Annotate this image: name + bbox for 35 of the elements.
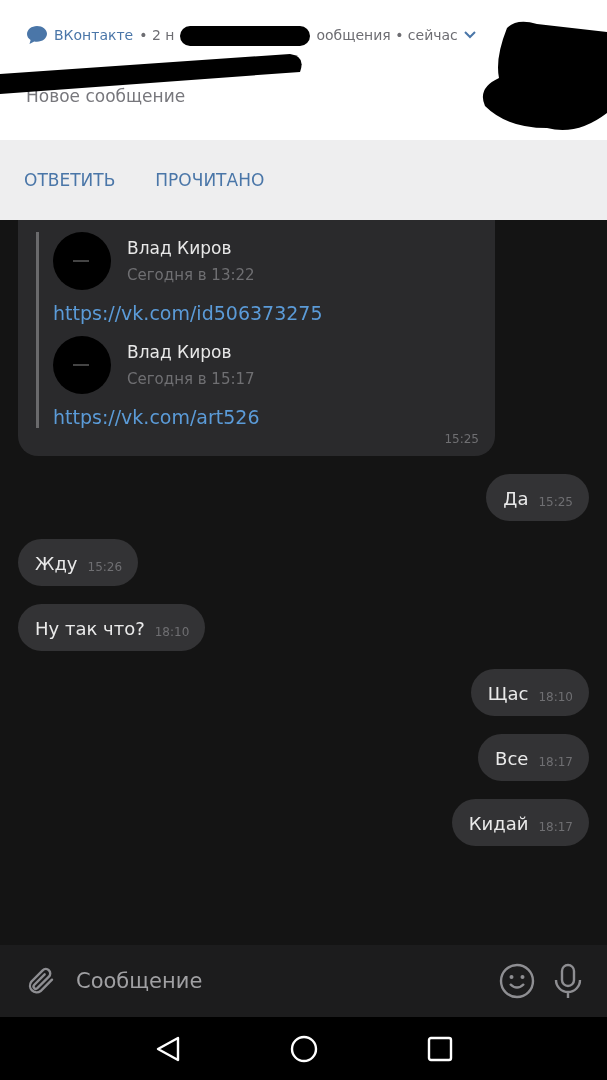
notification-text: Новое сообщение (26, 86, 187, 106)
recents-icon[interactable] (426, 1035, 453, 1062)
message-time: 15:26 (87, 560, 123, 574)
message-time: 15:25 (538, 495, 573, 509)
message-time: 15:25 (444, 432, 479, 446)
link[interactable]: https://vk.com/art526 (53, 406, 479, 428)
avatar (53, 336, 111, 394)
message-time: 18:17 (538, 820, 573, 834)
action-button[interactable]: ОТВЕТИТЬ (24, 170, 116, 190)
message-time: 18:17 (538, 755, 573, 769)
message-text: Жду (35, 553, 78, 574)
message-text: Ну так что? (35, 618, 145, 639)
message-text: Все (495, 748, 529, 769)
message-date: Сегодня в 13:22 (127, 266, 255, 284)
chevron-icon[interactable] (463, 31, 476, 39)
speech-bubble-icon (26, 25, 48, 45)
notification-meta: • 2 н (139, 27, 175, 43)
author-name: Влад Киров (127, 342, 233, 362)
microphone-icon[interactable] (553, 963, 583, 999)
message-text: Щас (487, 683, 529, 704)
smiley-icon[interactable] (499, 963, 535, 999)
avatar (53, 232, 111, 290)
action-button[interactable]: ПРОЧИТАНО (155, 170, 265, 190)
message-date: Сегодня в 15:17 (127, 370, 255, 388)
message-time: 18:10 (154, 625, 190, 639)
author-name: Влад Киров (127, 238, 233, 258)
back-icon[interactable] (154, 1034, 181, 1063)
notification-meta: ообщения • сейчас (316, 27, 458, 43)
home-icon[interactable] (289, 1034, 318, 1063)
link[interactable]: https://vk.com/id506373275 (53, 302, 479, 324)
message-text: Да (503, 488, 529, 509)
notification-card[interactable]: ВКонтакте • 2 н ообщения • сейчас Новое сообщение (0, 0, 607, 140)
app-name: ВКонтакте (54, 27, 134, 43)
message-text: Кидай (468, 813, 529, 834)
message-time: 18:10 (538, 690, 573, 704)
